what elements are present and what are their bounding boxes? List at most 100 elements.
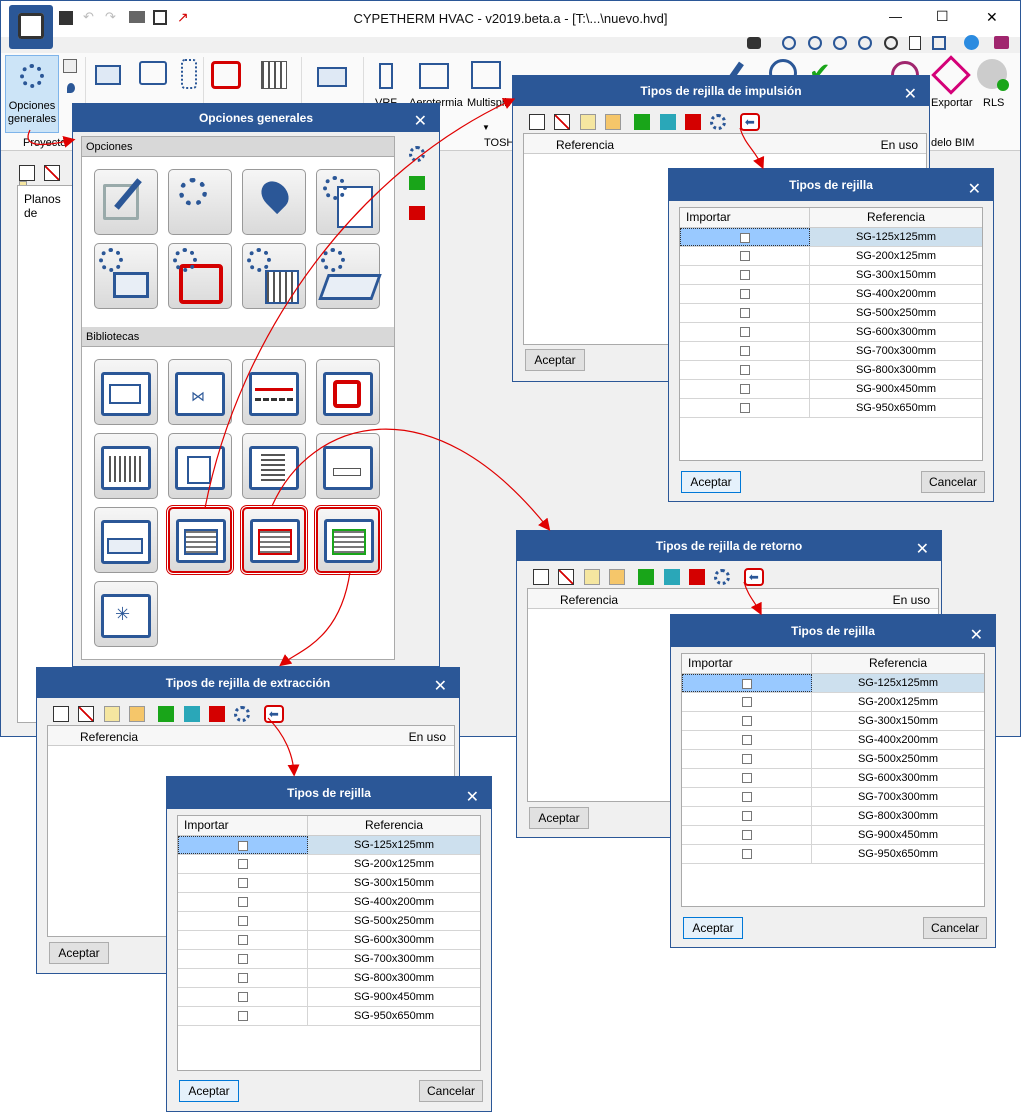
tipos-row[interactable]: SG-900x450mm bbox=[680, 380, 982, 399]
tipos-close-button[interactable]: ✕ bbox=[970, 620, 983, 652]
importar-checkbox[interactable] bbox=[739, 403, 750, 414]
importar-checkbox[interactable] bbox=[741, 773, 752, 784]
tipos-accept-button[interactable]: Aceptar bbox=[681, 471, 741, 493]
importar-checkbox[interactable] bbox=[739, 270, 750, 281]
tipos-row[interactable]: SG-800x300mm bbox=[682, 807, 984, 826]
vrf-icon[interactable] bbox=[379, 63, 393, 89]
extraccion-close-button[interactable]: ✕ bbox=[434, 672, 447, 702]
edit-icon[interactable] bbox=[129, 706, 146, 722]
importar-checkbox[interactable] bbox=[237, 859, 248, 870]
copy-icon[interactable] bbox=[579, 114, 596, 130]
export-icon[interactable] bbox=[689, 569, 706, 585]
tile-lib-radiator-icon[interactable] bbox=[94, 433, 158, 499]
minimize-button[interactable]: — bbox=[889, 9, 902, 24]
tile-lib-floor-heating-icon[interactable] bbox=[316, 359, 380, 425]
importar-checkbox[interactable] bbox=[739, 327, 750, 338]
import-alt-icon[interactable] bbox=[183, 706, 200, 722]
opciones-generales-button[interactable]: Opciones generales bbox=[5, 55, 59, 133]
zoom-window-icon[interactable] bbox=[782, 35, 797, 50]
delete-icon[interactable] bbox=[558, 569, 575, 585]
tipos-row[interactable]: SG-400x200mm bbox=[178, 893, 480, 912]
tile-box-settings-icon[interactable] bbox=[94, 243, 158, 309]
tipos-row[interactable]: SG-600x300mm bbox=[682, 769, 984, 788]
export-icon[interactable] bbox=[685, 114, 702, 130]
globe-icon[interactable] bbox=[963, 35, 979, 51]
maximize-button[interactable]: ☐ bbox=[936, 8, 949, 25]
importar-checkbox[interactable] bbox=[739, 289, 750, 300]
tile-lib-pipe-icon[interactable] bbox=[242, 359, 306, 425]
tile-lib-supply-grille-icon[interactable] bbox=[166, 505, 234, 575]
importar-checkbox[interactable] bbox=[739, 384, 750, 395]
tile-plan-settings-icon[interactable] bbox=[168, 169, 232, 235]
add-icon[interactable] bbox=[19, 165, 35, 181]
gears-icon[interactable] bbox=[181, 59, 197, 89]
network-icon[interactable] bbox=[139, 61, 167, 85]
importar-checkbox[interactable] bbox=[742, 679, 752, 690]
importar-checkbox[interactable] bbox=[237, 954, 248, 965]
tipos-row[interactable]: SG-500x250mm bbox=[682, 750, 984, 769]
tipos-row[interactable]: SG-200x125mm bbox=[680, 247, 982, 266]
tipos-row[interactable]: SG-800x300mm bbox=[178, 969, 480, 988]
copy-icon[interactable] bbox=[583, 569, 600, 585]
importar-checkbox[interactable] bbox=[741, 735, 752, 746]
delete-icon[interactable] bbox=[44, 165, 61, 181]
pan-icon[interactable] bbox=[807, 35, 822, 50]
tipos-row[interactable]: SG-950x650mm bbox=[178, 1007, 480, 1026]
importar-checkbox[interactable] bbox=[739, 251, 750, 262]
tipos-cancel-button[interactable]: Cancelar bbox=[921, 471, 985, 493]
tile-lib-duct-icon[interactable] bbox=[94, 359, 158, 425]
importar-checkbox[interactable] bbox=[741, 754, 752, 765]
importar-checkbox[interactable] bbox=[237, 897, 248, 908]
importar-checkbox[interactable] bbox=[741, 792, 752, 803]
hand-icon[interactable] bbox=[909, 35, 922, 50]
importar-checkbox[interactable] bbox=[740, 233, 750, 244]
importar-checkbox[interactable] bbox=[741, 811, 752, 822]
zoom-in-icon[interactable] bbox=[833, 35, 848, 50]
tipos-row[interactable]: SG-300x150mm bbox=[682, 712, 984, 731]
retorno-close-button[interactable]: ✕ bbox=[916, 535, 929, 565]
tile-location-icon[interactable] bbox=[242, 169, 306, 235]
close-button[interactable]: ✕ bbox=[986, 9, 998, 26]
tile-duct-settings-icon[interactable] bbox=[316, 243, 382, 309]
zoom-icon[interactable] bbox=[883, 35, 898, 50]
tile-lib-extraction-grille-icon[interactable] bbox=[314, 505, 382, 575]
tipos-row[interactable]: SG-800x300mm bbox=[680, 361, 982, 380]
multisplit-icon[interactable] bbox=[471, 61, 501, 89]
copy-icon[interactable] bbox=[103, 706, 120, 722]
edit-icon[interactable] bbox=[605, 114, 622, 130]
tipos-close-button[interactable]: ✕ bbox=[968, 174, 981, 206]
tipos-row[interactable]: SG-125x125mm bbox=[680, 228, 982, 247]
export-icon[interactable] bbox=[209, 706, 226, 722]
impulsion-accept-button[interactable]: Aceptar bbox=[525, 349, 585, 371]
importar-checkbox[interactable] bbox=[237, 973, 248, 984]
side-settings-icon[interactable] bbox=[409, 146, 425, 162]
importar-checkbox[interactable] bbox=[741, 830, 752, 841]
importar-checkbox[interactable] bbox=[741, 697, 752, 708]
tipos-row[interactable]: SG-950x650mm bbox=[680, 399, 982, 418]
importar-checkbox[interactable] bbox=[741, 716, 752, 727]
tipos-row[interactable]: SG-125x125mm bbox=[682, 674, 984, 693]
tile-lib-return-grille-icon[interactable] bbox=[240, 505, 308, 575]
tile-floor-heating-settings-icon[interactable] bbox=[168, 243, 232, 309]
importar-checkbox[interactable] bbox=[739, 365, 750, 376]
tipos-row[interactable]: SG-600x300mm bbox=[178, 931, 480, 950]
extraccion-accept-button[interactable]: Aceptar bbox=[49, 942, 109, 964]
location-small-icon[interactable] bbox=[67, 83, 75, 93]
tipos-row[interactable]: SG-200x125mm bbox=[178, 855, 480, 874]
edit-icon[interactable] bbox=[609, 569, 626, 585]
tipos-close-button[interactable]: ✕ bbox=[466, 782, 479, 814]
tile-radiator-settings-icon[interactable] bbox=[242, 243, 306, 309]
tipos-row[interactable]: SG-700x300mm bbox=[680, 342, 982, 361]
tipos-row[interactable]: SG-500x250mm bbox=[178, 912, 480, 931]
back-arrow-icon[interactable]: ⬅ bbox=[743, 568, 764, 586]
settings-icon[interactable] bbox=[234, 706, 251, 722]
import-icon[interactable] bbox=[158, 706, 175, 722]
tipos-row[interactable]: SG-950x650mm bbox=[682, 845, 984, 864]
tipos-row[interactable]: SG-200x125mm bbox=[682, 693, 984, 712]
tipos-accept-button[interactable]: Aceptar bbox=[683, 917, 743, 939]
fit-icon[interactable] bbox=[932, 35, 947, 50]
opciones-close-button[interactable]: ✕ bbox=[414, 108, 427, 136]
tile-lib-valve-icon[interactable]: ⋈ bbox=[168, 359, 232, 425]
tipos-row[interactable]: SG-900x450mm bbox=[682, 826, 984, 845]
tipos-row[interactable]: SG-700x300mm bbox=[682, 788, 984, 807]
